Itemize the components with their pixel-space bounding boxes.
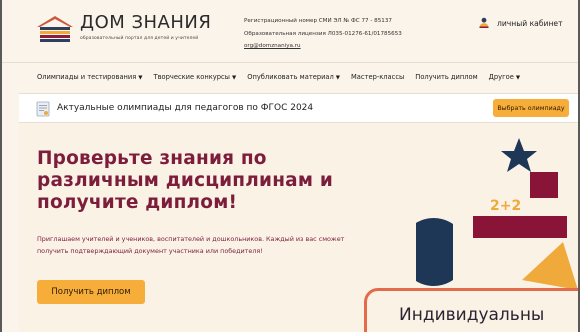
document-icon	[36, 101, 50, 117]
nav-item-label: Опубликовать материал	[247, 73, 334, 81]
orange-triangle	[522, 242, 578, 290]
brand[interactable]: ДОМ ЗНАНИЯ образовательный портал для де…	[80, 12, 212, 42]
decorative-shapes: 2+2	[416, 138, 578, 290]
math-label: 2+2	[490, 198, 521, 214]
olympiad-banner: Актуальные олимпиады для педагогов по ФГ…	[19, 93, 578, 123]
main-nav: Олимпиады и тестирования ▼ Творческие кон…	[2, 62, 578, 90]
nav-item-label: Получить диплом	[415, 73, 478, 81]
nav-item-label: Творческие конкурсы	[153, 73, 230, 81]
nav-item-other[interactable]: Другое ▼	[489, 73, 520, 81]
brand-subtitle: образовательный портал для детей и учите…	[80, 36, 199, 41]
contact-email[interactable]: org@domznaniya.ru	[244, 40, 402, 53]
page-frame: ДОМ ЗНАНИЯ образовательный портал для де…	[0, 0, 580, 332]
get-diploma-button[interactable]: Получить диплом	[37, 280, 145, 304]
crimson-bar	[473, 216, 567, 238]
hero-title: Проверьте знания по различным дисциплина…	[37, 148, 333, 213]
personal-cabinet-label: личный кабинет	[497, 18, 563, 28]
nav-item-masterclasses[interactable]: Мастер-классы	[351, 73, 404, 81]
nav-item-publish[interactable]: Опубликовать материал ▼	[247, 73, 340, 81]
star-icon	[501, 138, 537, 172]
nav-item-olympiads[interactable]: Олимпиады и тестирования ▼	[37, 73, 143, 81]
nav-item-label: Другое	[488, 73, 514, 81]
navy-circle-sector	[416, 218, 453, 286]
personal-cabinet-link[interactable]: личный кабинет	[478, 17, 563, 29]
crimson-block	[530, 172, 558, 198]
olympiad-banner-text: Актуальные олимпиады для педагогов по ФГ…	[57, 103, 314, 113]
chevron-down-icon: ▼	[231, 75, 237, 81]
card-title: Индивидуальны	[399, 305, 545, 325]
license-number: Образовательная лицензия Л035-01276-61/0…	[244, 30, 402, 37]
nav-item-diploma[interactable]: Получить диплом	[415, 73, 477, 81]
user-icon	[479, 17, 489, 28]
hero-description: Приглашаем учителей и учеников, воспитат…	[37, 235, 345, 255]
registration-number: Регистрационный номер СМИ ЭЛ № ФС 77 - 8…	[244, 18, 392, 24]
registration-info: Регистрационный номер СМИ ЭЛ № ФС 77 - 8…	[244, 15, 402, 53]
choose-olympiad-button[interactable]: Выбрать олимпиаду	[493, 99, 569, 117]
brand-name: ДОМ ЗНАНИЯ	[80, 12, 212, 33]
nav-item-contests[interactable]: Творческие конкурсы ▼	[154, 73, 237, 81]
chevron-down-icon: ▼	[335, 75, 341, 81]
chevron-down-icon: ▼	[515, 75, 521, 81]
chevron-down-icon: ▼	[138, 75, 143, 81]
navy-square	[453, 230, 473, 252]
house-logo-icon[interactable]	[35, 14, 75, 44]
nav-item-label: Мастер-классы	[351, 73, 405, 81]
nav-item-label: Олимпиады и тестирования	[37, 73, 137, 81]
individual-card[interactable]: Индивидуальны	[364, 288, 578, 332]
site-header: ДОМ ЗНАНИЯ образовательный портал для де…	[2, 0, 578, 60]
